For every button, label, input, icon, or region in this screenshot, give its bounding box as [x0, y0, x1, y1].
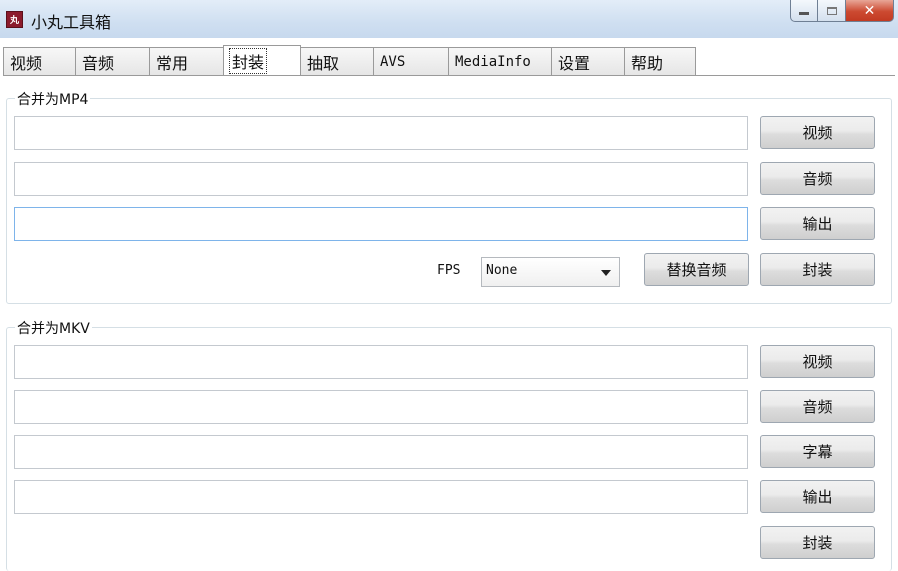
maximize-button[interactable] [818, 0, 846, 22]
mkv-subtitle-button[interactable]: 字幕 [760, 435, 875, 468]
close-button[interactable]: ✕ [846, 0, 894, 22]
tab-help[interactable]: 帮助 [624, 47, 696, 75]
mp4-mux-button[interactable]: 封装 [760, 253, 875, 286]
mkv-group-title: 合并为MKV [15, 318, 92, 338]
mp4-output-button[interactable]: 输出 [760, 207, 875, 240]
close-icon: ✕ [863, 2, 876, 19]
tab-divider [3, 75, 895, 76]
mp4-audio-button[interactable]: 音频 [760, 162, 875, 195]
chevron-down-icon [601, 270, 611, 276]
mp4-audio-path-field[interactable] [14, 162, 748, 196]
tab-video[interactable]: 视频 [3, 47, 76, 75]
fps-select[interactable]: None [481, 257, 620, 287]
mkv-output-button[interactable]: 输出 [760, 480, 875, 513]
window-controls: ✕ [790, 0, 894, 22]
mp4-video-path-field[interactable] [14, 116, 748, 150]
tab-common[interactable]: 常用 [149, 47, 224, 75]
tab-mux-label: 封装 [228, 47, 268, 74]
minimize-icon [799, 12, 809, 15]
mp4-output-path-field[interactable] [14, 207, 748, 241]
tab-mediainfo[interactable]: MediaInfo [448, 47, 552, 75]
tab-avs[interactable]: AVS [373, 47, 449, 75]
replace-audio-button[interactable]: 替换音频 [644, 253, 749, 286]
mp4-video-button[interactable]: 视频 [760, 116, 875, 149]
window-title: 小丸工具箱 [31, 13, 112, 32]
mkv-audio-button[interactable]: 音频 [760, 390, 875, 423]
fps-label: FPS [437, 263, 461, 278]
mkv-audio-path-field[interactable] [14, 390, 748, 424]
title-bar[interactable]: 丸 小丸工具箱 ✕ [0, 0, 898, 38]
mkv-subtitle-path-field[interactable] [14, 435, 748, 469]
tab-settings[interactable]: 设置 [551, 47, 625, 75]
mkv-video-path-field[interactable] [14, 345, 748, 379]
mp4-group-title: 合并为MP4 [15, 89, 91, 109]
tab-mux[interactable]: 封装 [223, 45, 301, 75]
minimize-button[interactable] [790, 0, 818, 22]
maximize-icon [826, 6, 837, 15]
mkv-video-button[interactable]: 视频 [760, 345, 875, 378]
fps-select-value: None [486, 263, 518, 278]
mkv-output-path-field[interactable] [14, 480, 748, 514]
tab-extract[interactable]: 抽取 [300, 47, 374, 75]
app-icon: 丸 [6, 11, 23, 28]
mkv-mux-button[interactable]: 封装 [760, 526, 875, 559]
tab-bar: 视频 音频 常用 封装 抽取 AVS MediaInfo 设置 帮助 [3, 45, 696, 75]
tab-audio[interactable]: 音频 [75, 47, 150, 75]
